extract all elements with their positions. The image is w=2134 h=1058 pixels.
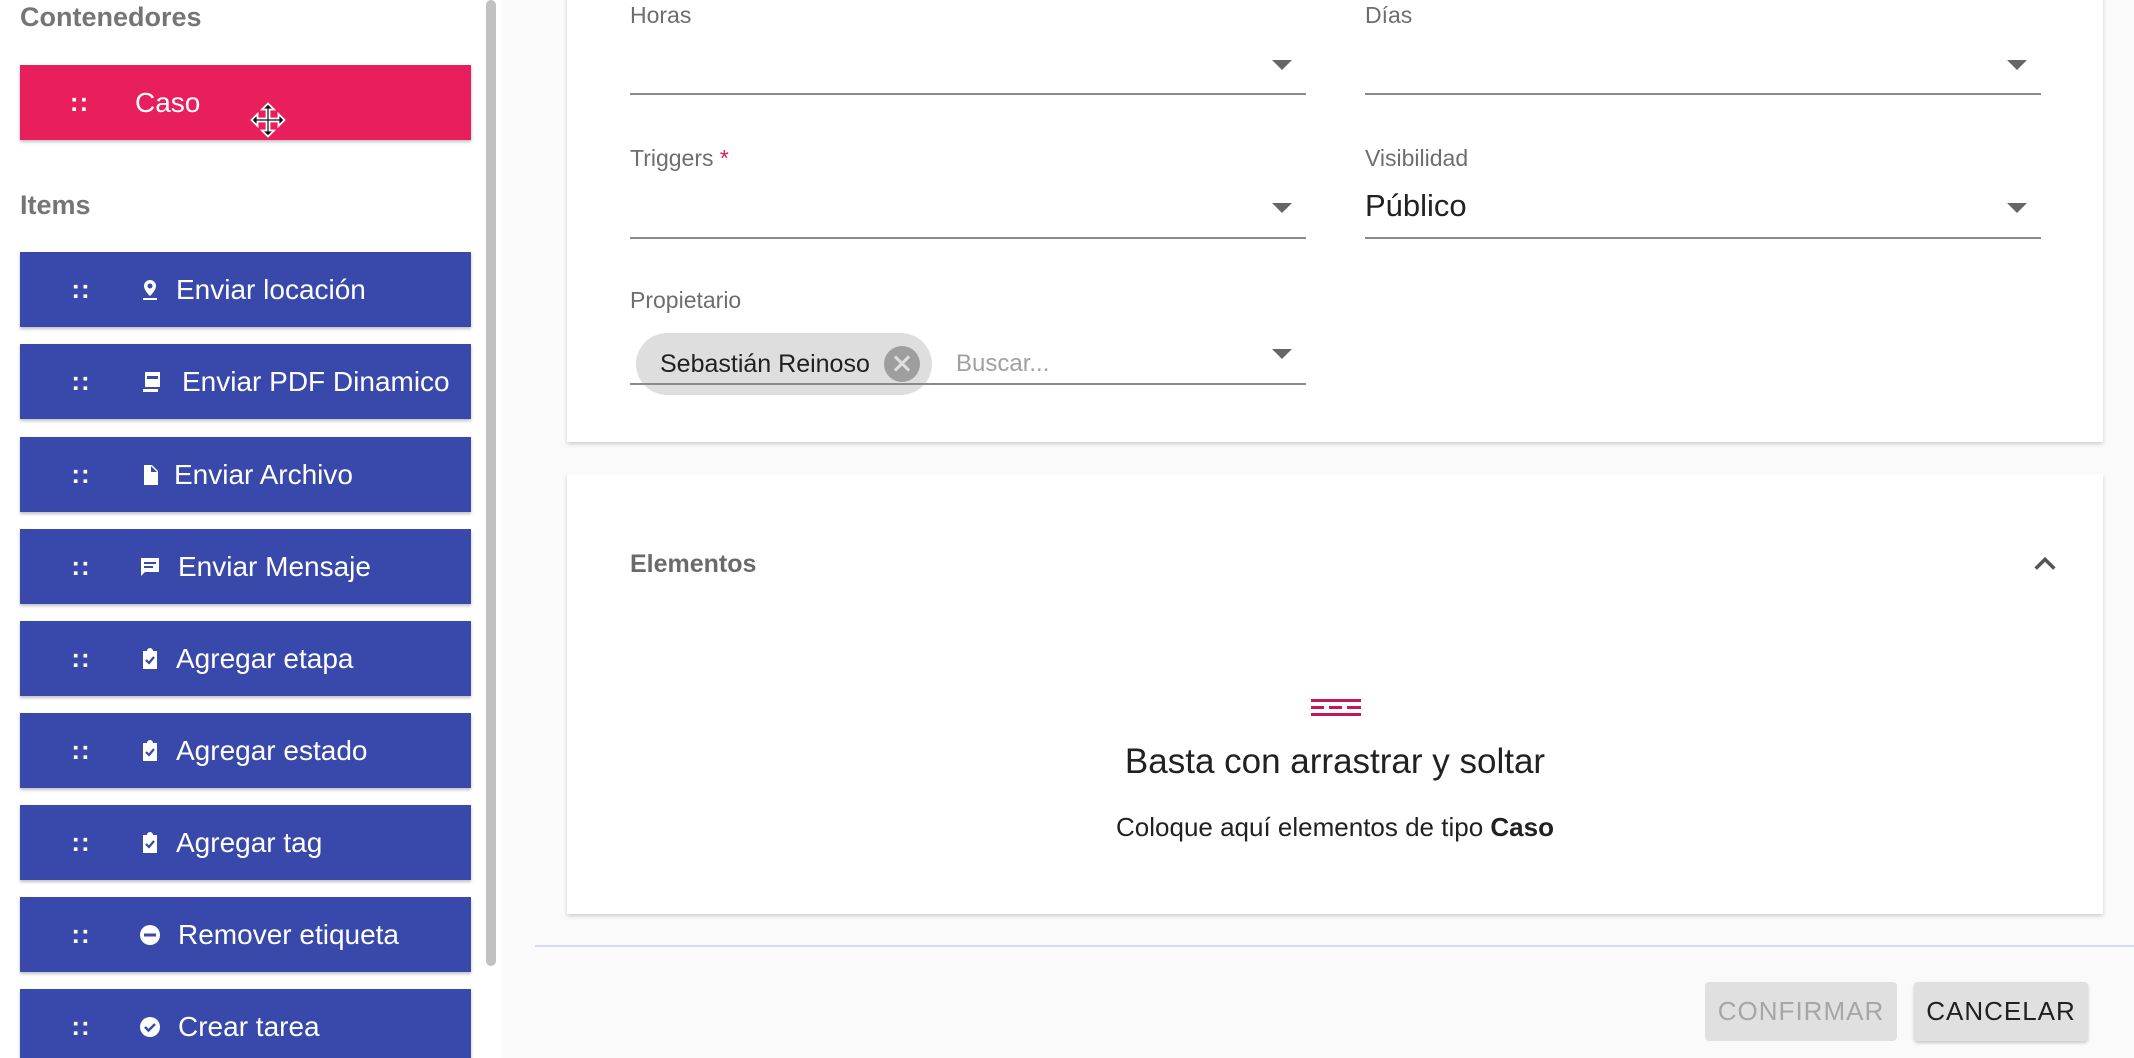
drag-handle-icon[interactable]: :: [20, 366, 138, 397]
sidebar-item-caso[interactable]: :: Caso [20, 65, 471, 140]
drop-zone-title: Basta con arrastrar y soltar [1124, 742, 1546, 781]
clipboard-check-icon [138, 736, 176, 766]
sidebar-scrollbar[interactable] [486, 0, 496, 966]
drag-handle-icon[interactable]: :: [20, 827, 138, 858]
field-underline [630, 237, 1306, 239]
sidebar-item-label: Enviar PDF Dinamico [182, 365, 450, 397]
required-mark: * [719, 145, 729, 171]
field-underline [630, 93, 1306, 95]
dias-label: Días [1365, 2, 1413, 28]
dropdown-arrow-icon[interactable] [2007, 60, 2027, 70]
sidebar-item-label: Agregar tag [176, 826, 323, 858]
file-icon [138, 460, 174, 490]
drag-handle-icon[interactable]: :: [20, 735, 138, 766]
drag-drop-icon [1311, 699, 1361, 716]
horas-label: Horas [630, 2, 692, 28]
dropdown-arrow-icon[interactable] [1272, 203, 1292, 213]
check-circle-icon [138, 1012, 178, 1042]
field-underline [1365, 93, 2041, 95]
containers-title: Contenedores [20, 2, 202, 32]
drag-handle-icon[interactable]: :: [20, 274, 138, 305]
triggers-label-text: Triggers [630, 145, 714, 171]
sidebar-item-enviar-mensaje[interactable]: :: Enviar Mensaje [20, 529, 471, 604]
sidebar-item-agregar-etapa[interactable]: :: Agregar etapa [20, 621, 471, 696]
sidebar-item-agregar-estado[interactable]: :: Agregar estado [20, 713, 471, 788]
sidebar-item-label: Caso [135, 86, 201, 118]
sidebar-item-crear-tarea[interactable]: :: Crear tarea [20, 989, 471, 1058]
items-title: Items [20, 190, 91, 220]
cancel-button[interactable]: CANCELAR [1914, 982, 2088, 1041]
sidebar-item-label: Enviar locación [176, 273, 366, 305]
propietario-select[interactable]: Propietario Sebastián Reinoso [630, 287, 1306, 395]
drop-zone-subtitle-type: Caso [1490, 812, 1554, 842]
drop-zone-subtitle-prefix: Coloque aquí elementos de tipo [1116, 812, 1491, 842]
dropdown-arrow-icon[interactable] [1272, 60, 1292, 70]
clipboard-check-icon [138, 644, 176, 674]
sidebar-item-agregar-tag[interactable]: :: Agregar tag [20, 805, 471, 880]
pdf-icon [138, 367, 182, 397]
visibilidad-value: Público [1365, 188, 1467, 223]
drag-handle-icon[interactable]: :: [20, 919, 138, 950]
drag-handle-icon[interactable]: :: [20, 1011, 138, 1042]
message-icon [138, 552, 178, 582]
sidebar-item-label: Crear tarea [178, 1010, 320, 1042]
horas-select[interactable]: Horas [630, 2, 1306, 95]
sidebar-item-enviar-locacion[interactable]: :: Enviar locación [20, 252, 471, 327]
sidebar-item-remover-etiqueta[interactable]: :: Remover etiqueta [20, 897, 471, 972]
dias-select[interactable]: Días [1365, 2, 2041, 95]
drag-handle-icon[interactable]: :: [20, 551, 138, 582]
move-cursor-icon [250, 102, 286, 138]
drag-handle-icon[interactable]: :: [20, 87, 135, 118]
owner-search-input[interactable] [954, 349, 1258, 379]
minus-circle-icon [138, 920, 178, 950]
triggers-label: Triggers * [630, 145, 729, 172]
sidebar-item-label: Agregar estado [176, 734, 368, 766]
sidebar-item-label: Remover etiqueta [178, 918, 400, 950]
footer-divider [535, 945, 2134, 947]
field-underline [630, 383, 1306, 385]
settings-card: Horas Días Triggers * Visibilidad Públic… [567, 0, 2103, 442]
sidebar-item-label: Enviar Mensaje [178, 550, 371, 582]
owner-chip[interactable]: Sebastián Reinoso [636, 333, 932, 395]
drag-handle-icon[interactable]: :: [20, 643, 138, 674]
sidebar-item-enviar-pdf[interactable]: :: Enviar PDF Dinamico [20, 344, 471, 419]
location-pin-icon [138, 275, 176, 305]
sidebar: Contenedores :: Caso Items :: Enviar loc… [0, 0, 502, 1058]
chevron-up-icon[interactable] [2031, 550, 2059, 578]
clipboard-check-icon [138, 828, 176, 858]
triggers-select[interactable]: Triggers * [630, 145, 1306, 239]
elements-title: Elementos [630, 550, 757, 578]
owner-chip-label: Sebastián Reinoso [660, 349, 870, 378]
dropdown-arrow-icon[interactable] [1272, 349, 1292, 359]
elements-card: Elementos Basta con arrastrar y soltar C… [567, 474, 2103, 914]
visibilidad-label: Visibilidad [1365, 145, 1469, 171]
propietario-label: Propietario [630, 287, 742, 313]
drag-handle-icon[interactable]: :: [20, 459, 138, 490]
field-underline [1365, 237, 2041, 239]
sidebar-item-label: Agregar etapa [176, 642, 354, 674]
sidebar-item-enviar-archivo[interactable]: :: Enviar Archivo [20, 437, 471, 512]
dropdown-arrow-icon[interactable] [2007, 203, 2027, 213]
visibilidad-select[interactable]: Visibilidad Público [1365, 145, 2041, 239]
confirm-button[interactable]: CONFIRMAR [1705, 982, 1897, 1041]
drop-zone-subtitle: Coloque aquí elementos de tipo Caso [567, 812, 2103, 843]
sidebar-item-label: Enviar Archivo [174, 458, 353, 490]
close-icon[interactable] [883, 346, 920, 382]
